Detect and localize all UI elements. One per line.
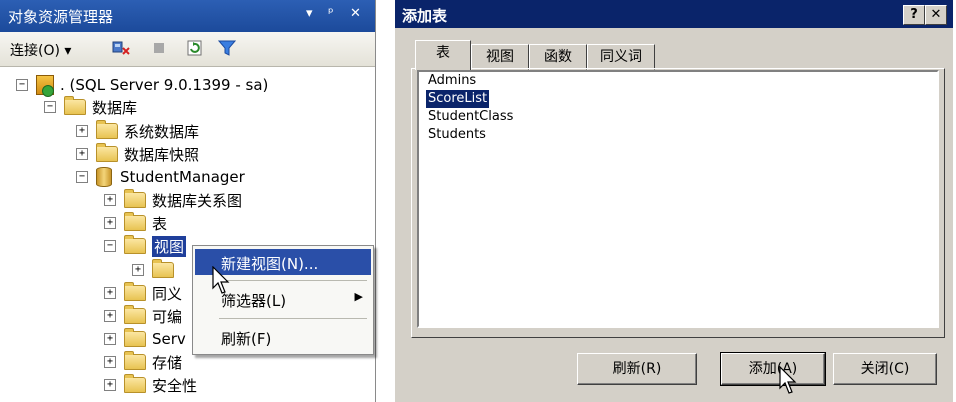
list-item[interactable]: StudentClass (426, 108, 515, 126)
menu-separator (219, 318, 367, 319)
object-explorer-title: 对象资源管理器 (8, 8, 114, 26)
submenu-arrow-icon: ▶ (354, 290, 363, 303)
table-list[interactable]: Admins ScoreList StudentClass Students (417, 70, 939, 328)
collapse-icon[interactable]: − (76, 171, 88, 183)
close-dialog-button[interactable]: 关闭(C) (833, 353, 937, 385)
tree-node-server[interactable]: − . (SQL Server 9.0.1399 - sa) (16, 74, 269, 97)
dialog-titlebar: 添加表 ? ✕ (395, 0, 953, 28)
add-button[interactable]: 添加(A) (720, 352, 826, 386)
menu-item-label: 新建视图(N)... (221, 255, 319, 273)
filter-icon[interactable] (218, 40, 236, 56)
menu-separator (219, 280, 367, 281)
tree-node-label-selected: 视图 (152, 235, 187, 257)
folder-icon (64, 96, 86, 115)
expand-icon[interactable]: + (104, 310, 116, 322)
tree-node-tables[interactable]: + 表 (104, 212, 167, 234)
tree-node-label: 数据库快照 (124, 145, 200, 164)
expand-icon[interactable]: + (104, 379, 116, 391)
tree-node-system-databases[interactable]: + 系统数据库 (76, 120, 199, 142)
tree-node-studentmanager[interactable]: − StudentManager (76, 166, 245, 188)
folder-icon (124, 189, 146, 208)
folder-icon (124, 374, 146, 393)
tree-node-label: 数据库 (92, 98, 138, 117)
mouse-pointer-icon (779, 366, 797, 394)
refresh-button[interactable]: 刷新(R) (577, 353, 697, 385)
tab-synonyms[interactable]: 同义词 (587, 44, 655, 70)
mouse-pointer-icon (212, 266, 230, 294)
tab-views[interactable]: 视图 (471, 44, 529, 70)
folder-icon (124, 235, 146, 254)
expand-icon[interactable]: + (104, 287, 116, 299)
tree-node-views[interactable]: − 视图 (104, 235, 187, 257)
list-item-selected[interactable]: ScoreList (424, 89, 491, 109)
tree-node-security[interactable]: + 安全性 (104, 374, 197, 396)
tree-node-synonyms[interactable]: + 同义 (104, 282, 182, 304)
list-item[interactable]: Admins (426, 72, 478, 90)
expand-icon[interactable]: + (132, 264, 144, 276)
folder-icon (152, 259, 174, 278)
collapse-icon[interactable]: − (104, 240, 116, 252)
folder-icon (124, 282, 146, 301)
expand-icon[interactable]: + (76, 148, 88, 160)
folder-icon (124, 212, 146, 231)
panel-dropdown-icon[interactable]: ▾ (306, 6, 313, 21)
disconnect-icon[interactable] (112, 40, 130, 56)
expand-icon[interactable]: + (76, 125, 88, 137)
tree-node-databases[interactable]: − 数据库 (44, 96, 137, 118)
object-explorer-titlebar: 对象资源管理器 ▾ ᵖ ✕ (0, 0, 375, 32)
tab-tables[interactable]: 表 (415, 40, 471, 70)
tree-node-label: 同义 (152, 284, 183, 303)
tree-node-storage[interactable]: + 存储 (104, 351, 182, 373)
tree-node-label: 存储 (152, 353, 183, 372)
folder-icon (96, 120, 118, 139)
tree-node-database-diagrams[interactable]: + 数据库关系图 (104, 189, 242, 211)
folder-icon (124, 351, 146, 370)
close-button[interactable]: ✕ (925, 5, 947, 25)
dialog-title: 添加表 (402, 7, 448, 25)
tree-node-label: 可编 (152, 307, 183, 326)
tree-node-label: 数据库关系图 (152, 191, 243, 210)
tab-functions[interactable]: 函数 (529, 44, 587, 70)
tree-node-label: 系统数据库 (124, 122, 200, 141)
stop-icon[interactable] (150, 40, 168, 56)
tree-node-database-snapshots[interactable]: + 数据库快照 (76, 143, 199, 165)
folder-icon (124, 328, 146, 347)
expand-icon[interactable]: + (104, 333, 116, 345)
tree-node-service-broker[interactable]: + Serv (104, 328, 186, 350)
expand-icon[interactable]: + (104, 194, 116, 206)
collapse-icon[interactable]: − (16, 79, 28, 91)
database-icon (96, 167, 112, 187)
connect-label: 连接(O) (10, 43, 60, 59)
tree-node-label: Serv (152, 330, 186, 348)
menu-item-label: 刷新(F) (221, 330, 272, 348)
chevron-down-icon: ▾ (64, 43, 72, 59)
tree-node-label: . (SQL Server 9.0.1399 - sa) (60, 76, 269, 94)
object-explorer-panel: 对象资源管理器 ▾ ᵖ ✕ 连接(O) ▾ − . (SQL Server 9.… (0, 0, 376, 402)
folder-icon (124, 305, 146, 324)
folder-icon (96, 143, 118, 162)
collapse-icon[interactable]: − (44, 101, 56, 113)
expand-icon[interactable]: + (104, 217, 116, 229)
object-explorer-toolbar: 连接(O) ▾ (0, 32, 375, 67)
menu-item-refresh[interactable]: 刷新(F) (195, 324, 371, 350)
tree-node-system-views[interactable]: + (132, 259, 180, 281)
context-menu: 新建视图(N)... 筛选器(L) ▶ 刷新(F) (192, 245, 374, 355)
expand-icon[interactable]: + (104, 356, 116, 368)
tree-node-programmability[interactable]: + 可编 (104, 305, 182, 327)
tree-node-label: 安全性 (152, 376, 198, 395)
refresh-icon[interactable] (186, 40, 204, 56)
close-icon[interactable]: ✕ (350, 6, 361, 21)
server-icon (36, 75, 54, 97)
tree-node-label: StudentManager (120, 168, 245, 186)
add-table-dialog: 添加表 ? ✕ 表 视图 函数 同义词 Admins ScoreList Stu… (394, 0, 953, 402)
tree-node-label: 表 (152, 214, 168, 233)
connect-button[interactable]: 连接(O) ▾ (10, 40, 71, 60)
pin-icon[interactable]: ᵖ (328, 6, 334, 21)
help-button[interactable]: ? (903, 5, 925, 25)
list-item[interactable]: Students (426, 126, 488, 144)
